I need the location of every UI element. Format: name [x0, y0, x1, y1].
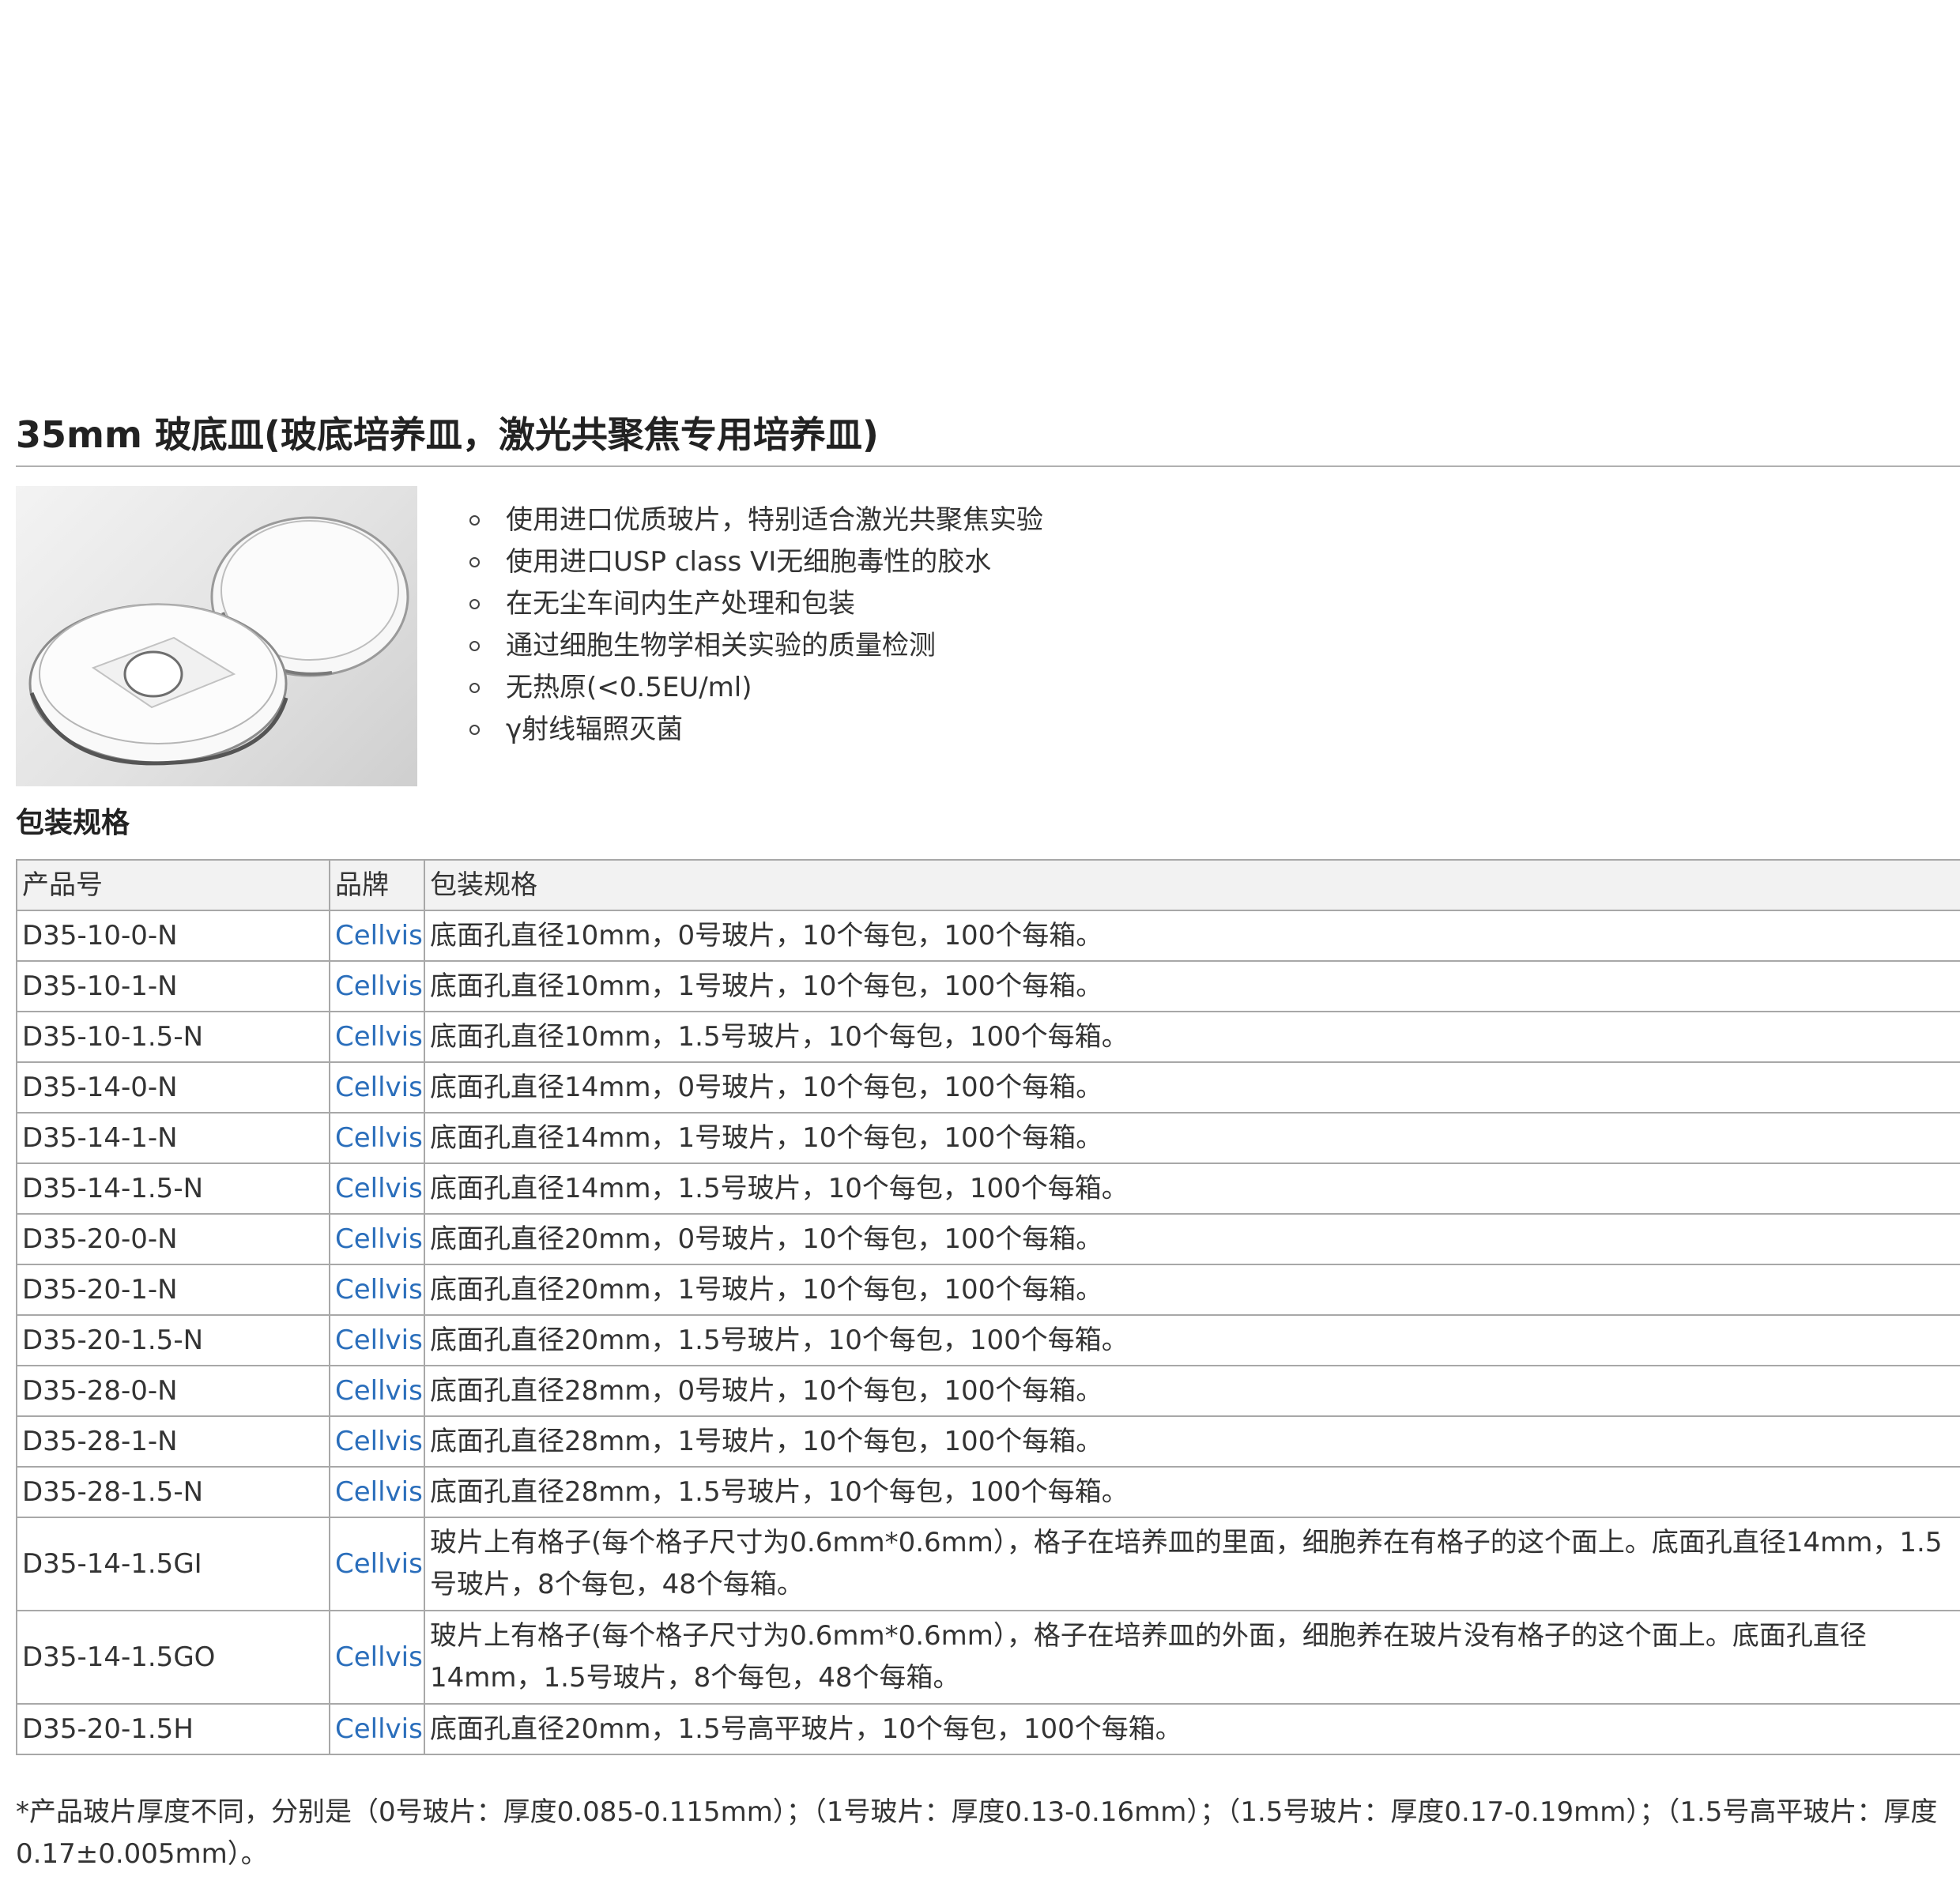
- packaging-table: 产品号 品牌 包装规格 D35-10-0-N Cellvis 底面孔直径10mm…: [16, 859, 1960, 1755]
- table-header-row: 产品号 品牌 包装规格: [16, 859, 1960, 911]
- bullet-icon: [469, 683, 480, 693]
- table-row: D35-14-1.5GO Cellvis 玻片上有格子(每个格子尺寸为0.6mm…: [16, 1610, 1960, 1705]
- packaging-desc-cell: 底面孔直径20mm，0号玻片，10个每包，100个每箱。: [424, 1213, 1960, 1265]
- brand-link[interactable]: Cellvis: [329, 1061, 425, 1114]
- brand-link[interactable]: Cellvis: [329, 1264, 425, 1316]
- packaging-heading: 包装规格: [16, 807, 130, 839]
- bullet-icon: [469, 725, 480, 735]
- header-product-code: 产品号: [16, 859, 330, 911]
- brand-link[interactable]: Cellvis: [329, 1703, 425, 1755]
- feature-list: 使用进口优质玻片，特别适合激光共聚焦实验 使用进口USP class VI无细胞…: [458, 499, 1043, 751]
- brand-link[interactable]: Cellvis: [329, 960, 425, 1012]
- brand-link[interactable]: Cellvis: [329, 1415, 425, 1468]
- packaging-desc-cell: 底面孔直径14mm，0号玻片，10个每包，100个每箱。: [424, 1061, 1960, 1114]
- feature-item: 使用进口优质玻片，特别适合激光共聚焦实验: [458, 499, 1043, 541]
- thickness-footnote: *产品玻片厚度不同，分别是（0号玻片：厚度0.085-0.115mm）；（1号玻…: [16, 1796, 1938, 1870]
- table-row: D35-28-1-N Cellvis 底面孔直径28mm，1号玻片，10个每包，…: [16, 1415, 1960, 1468]
- feature-item: 在无尘车间内生产处理和包装: [458, 583, 1043, 625]
- product-code-cell: D35-10-1-N: [16, 960, 330, 1012]
- table-row: D35-10-1-N Cellvis 底面孔直径10mm，1号玻片，10个每包，…: [16, 960, 1960, 1012]
- table-row: D35-14-1.5-N Cellvis 底面孔直径14mm，1.5号玻片，10…: [16, 1163, 1960, 1215]
- bullet-icon: [469, 557, 480, 567]
- brand-link[interactable]: Cellvis: [329, 1517, 425, 1611]
- bullet-icon: [469, 515, 480, 526]
- product-code-cell: D35-28-1.5-N: [16, 1466, 330, 1518]
- packaging-desc-cell: 底面孔直径10mm，1.5号玻片，10个每包，100个每箱。: [424, 1011, 1960, 1063]
- feature-item: γ射线辐照灭菌: [458, 709, 1043, 751]
- brand-link[interactable]: Cellvis: [329, 1466, 425, 1518]
- brand-link[interactable]: Cellvis: [329, 1610, 425, 1705]
- table-row: D35-20-0-N Cellvis 底面孔直径20mm，0号玻片，10个每包，…: [16, 1213, 1960, 1265]
- packaging-desc-cell: 底面孔直径14mm，1号玻片，10个每包，100个每箱。: [424, 1112, 1960, 1164]
- table-row: D35-20-1.5-N Cellvis 底面孔直径20mm，1.5号玻片，10…: [16, 1314, 1960, 1366]
- product-code-cell: D35-28-0-N: [16, 1365, 330, 1417]
- brand-link[interactable]: Cellvis: [329, 1163, 425, 1215]
- table-row: D35-28-0-N Cellvis 底面孔直径28mm，0号玻片，10个每包，…: [16, 1365, 1960, 1417]
- brand-link[interactable]: Cellvis: [329, 1011, 425, 1063]
- packaging-desc-cell: 底面孔直径20mm，1号玻片，10个每包，100个每箱。: [424, 1264, 1960, 1316]
- product-code-cell: D35-20-1.5H: [16, 1703, 330, 1755]
- product-code-cell: D35-20-1.5-N: [16, 1314, 330, 1366]
- packaging-desc-cell: 底面孔直径28mm，0号玻片，10个每包，100个每箱。: [424, 1365, 1960, 1417]
- product-code-cell: D35-10-0-N: [16, 910, 330, 962]
- packaging-desc-cell: 底面孔直径10mm，0号玻片，10个每包，100个每箱。: [424, 910, 1960, 962]
- table-row: D35-10-0-N Cellvis 底面孔直径10mm，0号玻片，10个每包，…: [16, 910, 1960, 962]
- table-row: D35-14-1-N Cellvis 底面孔直径14mm，1号玻片，10个每包，…: [16, 1112, 1960, 1164]
- product-code-cell: D35-14-0-N: [16, 1061, 330, 1114]
- bullet-icon: [469, 599, 480, 609]
- brand-link[interactable]: Cellvis: [329, 910, 425, 962]
- feature-text: 通过细胞生物学相关实验的质量检测: [506, 630, 936, 661]
- title-divider: [16, 465, 1960, 467]
- feature-text: 无热原(<0.5EU/ml): [506, 672, 752, 703]
- table-row: D35-14-1.5GI Cellvis 玻片上有格子(每个格子尺寸为0.6mm…: [16, 1517, 1960, 1611]
- brand-link[interactable]: Cellvis: [329, 1112, 425, 1164]
- table-row: D35-28-1.5-N Cellvis 底面孔直径28mm，1.5号玻片，10…: [16, 1466, 1960, 1518]
- feature-item: 使用进口USP class VI无细胞毒性的胶水: [458, 541, 1043, 583]
- feature-text: 在无尘车间内生产处理和包装: [506, 588, 855, 620]
- table-row: D35-10-1.5-N Cellvis 底面孔直径10mm，1.5号玻片，10…: [16, 1011, 1960, 1063]
- table-row: D35-20-1.5H Cellvis 底面孔直径20mm，1.5号高平玻片，1…: [16, 1703, 1960, 1755]
- packaging-desc-cell: 底面孔直径10mm，1号玻片，10个每包，100个每箱。: [424, 960, 1960, 1012]
- product-code-cell: D35-14-1.5GI: [16, 1517, 330, 1611]
- header-packaging: 包装规格: [424, 859, 1960, 911]
- glass-bottom-dish-image: [16, 486, 417, 786]
- header-brand: 品牌: [329, 859, 425, 911]
- product-code-cell: D35-14-1.5GO: [16, 1610, 330, 1705]
- feature-item: 无热原(<0.5EU/ml): [458, 667, 1043, 709]
- packaging-desc-cell: 底面孔直径28mm，1号玻片，10个每包，100个每箱。: [424, 1415, 1960, 1468]
- packaging-desc-cell: 玻片上有格子(每个格子尺寸为0.6mm*0.6mm），格子在培养皿的外面，细胞养…: [424, 1610, 1960, 1705]
- brand-link[interactable]: Cellvis: [329, 1314, 425, 1366]
- feature-text: γ射线辐照灭菌: [506, 714, 684, 745]
- bullet-icon: [469, 641, 480, 651]
- brand-link[interactable]: Cellvis: [329, 1213, 425, 1265]
- product-code-cell: D35-14-1.5-N: [16, 1163, 330, 1215]
- feature-text: 使用进口优质玻片，特别适合激光共聚焦实验: [506, 504, 1043, 536]
- feature-text: 使用进口USP class VI无细胞毒性的胶水: [506, 546, 992, 578]
- packaging-desc-cell: 底面孔直径14mm，1.5号玻片，10个每包，100个每箱。: [424, 1163, 1960, 1215]
- product-code-cell: D35-28-1-N: [16, 1415, 330, 1468]
- table-row: D35-14-0-N Cellvis 底面孔直径14mm，0号玻片，10个每包，…: [16, 1061, 1960, 1114]
- page-title: 35mm 玻底皿(玻底培养皿，激光共聚焦专用培养皿): [16, 413, 879, 456]
- feature-item: 通过细胞生物学相关实验的质量检测: [458, 625, 1043, 667]
- table-row: D35-20-1-N Cellvis 底面孔直径20mm，1号玻片，10个每包，…: [16, 1264, 1960, 1316]
- packaging-desc-cell: 底面孔直径20mm，1.5号玻片，10个每包，100个每箱。: [424, 1314, 1960, 1366]
- packaging-desc-cell: 玻片上有格子(每个格子尺寸为0.6mm*0.6mm），格子在培养皿的里面，细胞养…: [424, 1517, 1960, 1611]
- product-code-cell: D35-10-1.5-N: [16, 1011, 330, 1063]
- product-code-cell: D35-20-0-N: [16, 1213, 330, 1265]
- product-code-cell: D35-14-1-N: [16, 1112, 330, 1164]
- product-code-cell: D35-20-1-N: [16, 1264, 330, 1316]
- brand-link[interactable]: Cellvis: [329, 1365, 425, 1417]
- packaging-desc-cell: 底面孔直径28mm，1.5号玻片，10个每包，100个每箱。: [424, 1466, 1960, 1518]
- packaging-desc-cell: 底面孔直径20mm，1.5号高平玻片，10个每包，100个每箱。: [424, 1703, 1960, 1755]
